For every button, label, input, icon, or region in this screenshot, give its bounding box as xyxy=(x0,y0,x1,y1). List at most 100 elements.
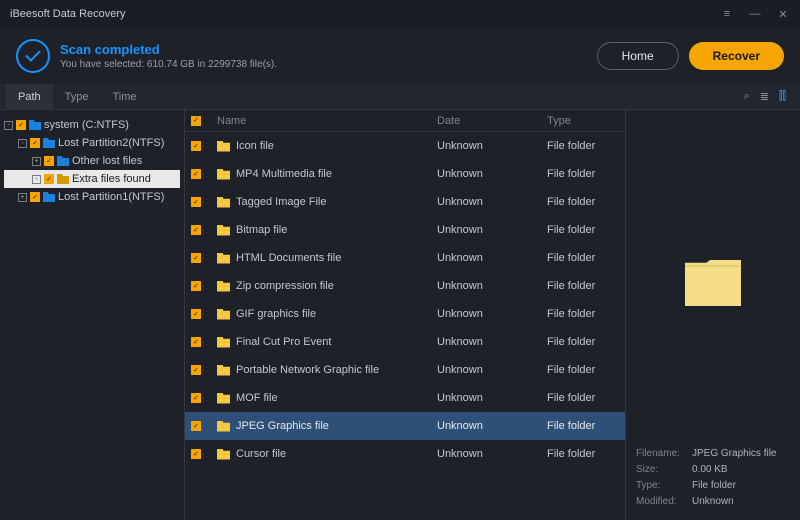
row-name: Icon file xyxy=(236,140,274,152)
close-icon[interactable]: ✕ xyxy=(776,8,790,21)
folder-icon xyxy=(43,192,55,202)
list-row[interactable]: GIF graphics fileUnknownFile folder xyxy=(185,300,625,328)
select-all-checkbox[interactable] xyxy=(191,116,201,126)
row-name: GIF graphics file xyxy=(236,308,316,320)
expand-icon[interactable]: + xyxy=(18,193,27,202)
list-row[interactable]: Cursor fileUnknownFile folder xyxy=(185,440,625,468)
list-row[interactable]: MOF fileUnknownFile folder xyxy=(185,384,625,412)
header: Scan completed You have selected: 610.74… xyxy=(0,28,800,84)
list-row[interactable]: Bitmap file UnknownFile folder xyxy=(185,216,625,244)
tab-bar: PathTypeTime ⌕ ≣ ⫿⫿ xyxy=(0,84,800,110)
folder-icon xyxy=(217,169,230,180)
row-checkbox[interactable] xyxy=(191,253,201,263)
tree-item[interactable]: - Lost Partition2(NTFS) xyxy=(4,134,180,152)
list-row[interactable]: Icon fileUnknownFile folder xyxy=(185,132,625,160)
folder-icon xyxy=(43,138,55,148)
expand-icon[interactable]: - xyxy=(4,121,13,130)
col-type[interactable]: Type xyxy=(547,115,625,127)
folder-thumbnail-icon xyxy=(685,260,741,306)
toolbar-icons: ⌕ ≣ ⫿⫿ xyxy=(744,90,794,103)
col-name[interactable]: Name xyxy=(217,115,437,127)
minimize-icon[interactable]: — xyxy=(748,8,762,21)
row-type: File folder xyxy=(547,252,625,264)
row-checkbox[interactable] xyxy=(191,309,201,319)
row-checkbox[interactable] xyxy=(191,421,201,431)
search-icon[interactable]: ⌕ xyxy=(744,90,750,103)
tree-checkbox[interactable] xyxy=(30,192,40,202)
list-row[interactable]: MP4 Multimedia fileUnknownFile folder xyxy=(185,160,625,188)
list-row[interactable]: Tagged Image FileUnknownFile folder xyxy=(185,188,625,216)
app-title: iBeesoft Data Recovery xyxy=(10,8,126,20)
folder-icon xyxy=(217,393,230,404)
row-checkbox[interactable] xyxy=(191,141,201,151)
row-checkbox[interactable] xyxy=(191,365,201,375)
row-date: Unknown xyxy=(437,308,547,320)
tree-checkbox[interactable] xyxy=(44,156,54,166)
row-name: Bitmap file xyxy=(236,224,287,236)
row-date: Unknown xyxy=(437,364,547,376)
list-row[interactable]: Final Cut Pro Event UnknownFile folder xyxy=(185,328,625,356)
tree-item[interactable]: + Lost Partition1(NTFS) xyxy=(4,188,180,206)
row-checkbox[interactable] xyxy=(191,449,201,459)
meta-modified-value: Unknown xyxy=(692,494,734,510)
tree-label: Lost Partition1(NTFS) xyxy=(58,191,164,203)
tree-checkbox[interactable] xyxy=(44,174,54,184)
tree-item[interactable]: -system (C:NTFS) xyxy=(4,116,180,134)
list-row[interactable]: Zip compression fileUnknownFile folder xyxy=(185,272,625,300)
folder-icon xyxy=(57,174,69,184)
row-checkbox[interactable] xyxy=(191,337,201,347)
row-type: File folder xyxy=(547,196,625,208)
col-date[interactable]: Date xyxy=(437,115,547,127)
tab-path[interactable]: Path xyxy=(6,84,53,110)
row-type: File folder xyxy=(547,336,625,348)
row-date: Unknown xyxy=(437,420,547,432)
tab-type[interactable]: Type xyxy=(53,84,101,110)
meta-filename-value: JPEG Graphics file xyxy=(692,446,776,462)
meta-type-value: File folder xyxy=(692,478,736,494)
preview-panel: Filename:JPEG Graphics file Size:0.00 KB… xyxy=(626,110,800,520)
row-date: Unknown xyxy=(437,224,547,236)
folder-icon xyxy=(217,421,230,432)
tree-checkbox[interactable] xyxy=(16,120,26,130)
row-type: File folder xyxy=(547,224,625,236)
tree-item[interactable]: + Other lost files xyxy=(4,152,180,170)
row-type: File folder xyxy=(547,420,625,432)
recover-button[interactable]: Recover xyxy=(689,42,784,70)
tree-label: Other lost files xyxy=(72,155,142,167)
scan-status-title: Scan completed xyxy=(60,42,277,57)
row-name: MOF file xyxy=(236,392,278,404)
tree-label: Lost Partition2(NTFS) xyxy=(58,137,164,149)
list-row[interactable]: HTML Documents fileUnknownFile folder xyxy=(185,244,625,272)
row-checkbox[interactable] xyxy=(191,197,201,207)
expand-icon[interactable]: + xyxy=(32,157,41,166)
row-checkbox[interactable] xyxy=(191,281,201,291)
tab-time[interactable]: Time xyxy=(101,84,149,110)
row-date: Unknown xyxy=(437,252,547,264)
expand-icon[interactable]: + xyxy=(32,175,41,184)
row-name: Portable Network Graphic file xyxy=(236,364,379,376)
row-checkbox[interactable] xyxy=(191,393,201,403)
meta-filename-key: Filename: xyxy=(636,446,692,462)
tree-checkbox[interactable] xyxy=(30,138,40,148)
meta-type-key: Type: xyxy=(636,478,692,494)
row-date: Unknown xyxy=(437,196,547,208)
list-row[interactable]: JPEG Graphics fileUnknownFile folder xyxy=(185,412,625,440)
grid-view-icon[interactable]: ⫿⫿ xyxy=(779,90,786,103)
expand-icon[interactable]: - xyxy=(18,139,27,148)
file-list-body[interactable]: Icon fileUnknownFile folderMP4 Multimedi… xyxy=(185,132,625,520)
row-checkbox[interactable] xyxy=(191,225,201,235)
list-row[interactable]: Portable Network Graphic fileUnknownFile… xyxy=(185,356,625,384)
folder-icon xyxy=(217,141,230,152)
list-header: Name Date Type xyxy=(185,110,625,132)
tree-item[interactable]: + Extra files found xyxy=(4,170,180,188)
tree-label: Extra files found xyxy=(72,173,151,185)
file-list: Name Date Type Icon fileUnknownFile fold… xyxy=(184,110,626,520)
row-date: Unknown xyxy=(437,336,547,348)
row-name: Final Cut Pro Event xyxy=(236,336,331,348)
folder-tree[interactable]: -system (C:NTFS)-Lost Partition2(NTFS)+O… xyxy=(0,110,184,520)
menu-icon[interactable]: ≡ xyxy=(720,8,734,21)
home-button[interactable]: Home xyxy=(597,42,679,70)
list-view-icon[interactable]: ≣ xyxy=(760,90,769,103)
row-checkbox[interactable] xyxy=(191,169,201,179)
folder-icon xyxy=(217,225,230,236)
